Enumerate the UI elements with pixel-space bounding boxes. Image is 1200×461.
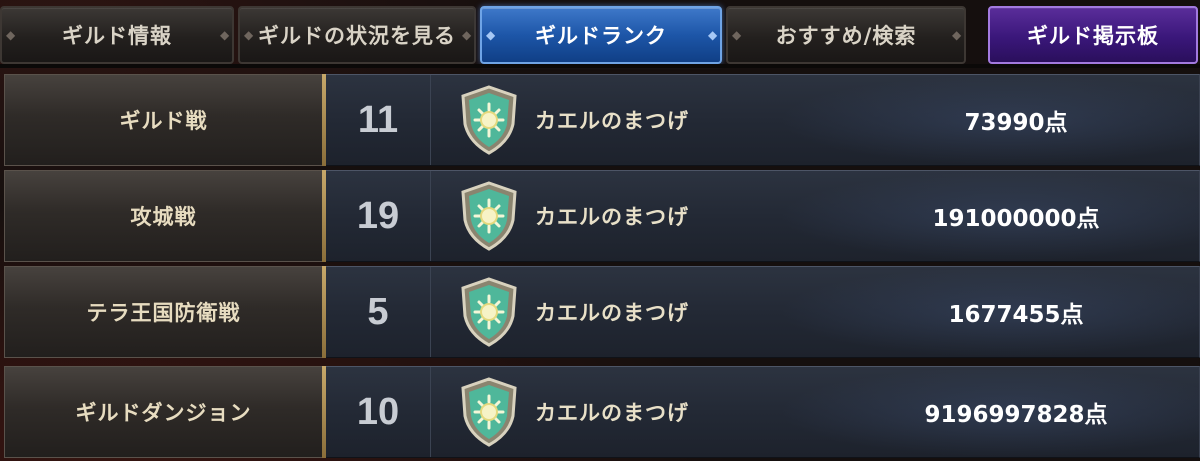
tab-label: ギルド掲示板	[1027, 24, 1159, 48]
rank-number: 19	[326, 171, 431, 261]
ranking-row[interactable]: テラ王国防衛戦 5 カエルのまつげ 1677455点	[4, 266, 1200, 358]
ranking-row[interactable]: 攻城戦 19 カエルのまつげ 191000000点	[4, 170, 1200, 262]
sun-shield-icon	[457, 276, 521, 348]
tab-label: ギルドの状況を見る	[258, 24, 456, 48]
ranking-detail: 5 カエルのまつげ 1677455点	[326, 266, 1200, 358]
guild-name: カエルのまつげ	[535, 109, 689, 133]
rank-number: 11	[326, 75, 431, 165]
tab-recommend-search[interactable]: ◆ おすすめ/検索 ◆	[726, 6, 966, 64]
rank-number: 5	[326, 267, 431, 357]
tab-label: ギルドランク	[535, 24, 667, 48]
ranking-row[interactable]: ギルドダンジョン 10 カエルのまつげ 9196997828点	[4, 366, 1200, 458]
category-label: テラ王国防衛戦	[4, 266, 322, 358]
tab-ornament-icon: ◆	[708, 28, 719, 42]
rank-number: 10	[326, 367, 431, 457]
guild-name: カエルのまつげ	[535, 401, 689, 425]
score-value: 191000000点	[932, 206, 1100, 232]
score-value: 73990点	[964, 110, 1068, 136]
tab-ornament-icon: ◆	[486, 28, 497, 42]
guild-name: カエルのまつげ	[535, 205, 689, 229]
tab-ornament-icon: ◆	[244, 28, 255, 42]
tab-guild-board[interactable]: ギルド掲示板	[988, 6, 1198, 64]
tab-ornament-icon: ◆	[220, 28, 231, 42]
sun-shield-icon	[457, 84, 521, 156]
ranking-detail: 19 カエルのまつげ 191000000点	[326, 170, 1200, 262]
sun-shield-icon	[457, 376, 521, 448]
tab-bar: ◆ ギルド情報 ◆ ◆ ギルドの状況を見る ◆ ◆ ギルドランク ◆ ◆ おすす…	[0, 0, 1200, 66]
score-value: 1677455点	[948, 302, 1084, 328]
category-label: ギルドダンジョン	[4, 366, 322, 458]
ranking-detail: 10 カエルのまつげ 9196997828点	[326, 366, 1200, 458]
tab-label: ギルド情報	[62, 24, 172, 48]
tab-label: おすすめ/検索	[775, 24, 917, 48]
guild-name: カエルのまつげ	[535, 301, 689, 325]
tab-guild-info[interactable]: ◆ ギルド情報 ◆	[0, 6, 234, 64]
tab-ornament-icon: ◆	[952, 28, 963, 42]
ranking-detail: 11 カエルのまつげ 73990点	[326, 74, 1200, 166]
category-label: 攻城戦	[4, 170, 322, 262]
tab-ornament-icon: ◆	[6, 28, 17, 42]
tab-guild-status[interactable]: ◆ ギルドの状況を見る ◆	[238, 6, 476, 64]
guild-rank-screen: ◆ ギルド情報 ◆ ◆ ギルドの状況を見る ◆ ◆ ギルドランク ◆ ◆ おすす…	[0, 0, 1200, 461]
ranking-row[interactable]: ギルド戦 11 カエルのまつげ 73990点	[4, 74, 1200, 166]
tab-ornament-icon: ◆	[732, 28, 743, 42]
sun-shield-icon	[457, 180, 521, 252]
score-value: 9196997828点	[924, 402, 1108, 428]
tab-divider	[0, 64, 1200, 68]
tab-guild-rank[interactable]: ◆ ギルドランク ◆	[480, 6, 722, 64]
category-label: ギルド戦	[4, 74, 322, 166]
tab-ornament-icon: ◆	[462, 28, 473, 42]
